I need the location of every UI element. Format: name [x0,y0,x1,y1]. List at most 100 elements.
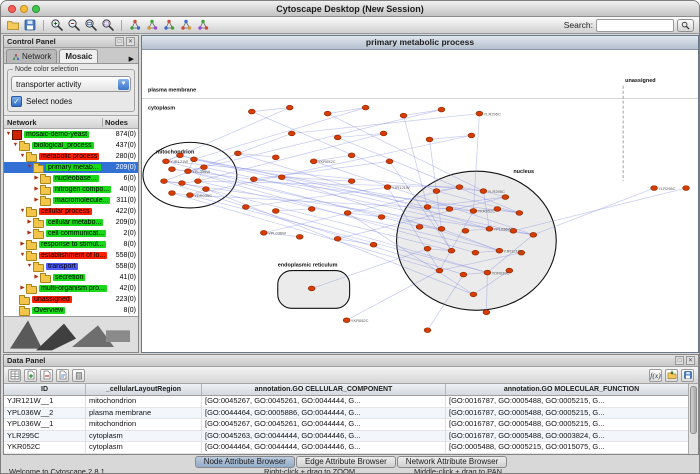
graph-node[interactable] [472,250,479,255]
function-builder-icon[interactable]: f(x) [649,369,662,382]
expand-icon[interactable]: ▶ [26,231,33,237]
table-cell[interactable]: YPL036W__2 [4,408,86,419]
graph-node[interactable] [456,185,463,190]
table-cell[interactable]: YKR052C [4,442,86,453]
expand-icon[interactable]: ▶ [26,220,33,226]
graph-node[interactable] [296,234,303,239]
graph-node[interactable] [378,215,385,220]
search-go-button[interactable] [677,19,694,32]
graph-node[interactable] [344,211,351,216]
graph-node[interactable] [242,205,249,210]
graph-node[interactable] [424,205,431,210]
expand-icon[interactable]: ▶ [33,275,40,281]
graph-node[interactable] [483,310,490,315]
collapse-icon[interactable]: ▼ [26,264,33,270]
graph-edge[interactable] [166,108,290,162]
graph-node[interactable] [426,137,433,142]
create-attribute-icon[interactable] [24,369,37,382]
tree-row-cellular-process[interactable]: ▼cellular process422(0) [4,206,138,217]
network-action-icon-2[interactable] [145,18,159,32]
table-cell[interactable]: plasma membrane [86,408,202,419]
graph-node[interactable] [250,177,257,182]
search-input[interactable] [596,19,674,32]
table-cell[interactable]: YDR039C__1 [4,454,86,455]
graph-node[interactable] [424,328,431,333]
table-cell[interactable]: YPL036W__1 [4,419,86,430]
graph-node[interactable] [288,131,295,136]
attribute-table-header[interactable]: ID_cellularLayoutRegionannotation.GO CEL… [4,384,698,396]
tree-row-cellular-metabo[interactable]: ▶cellular metabo...209(0) [4,217,138,228]
graph-node[interactable] [202,187,209,192]
graph-node[interactable] [161,179,168,184]
graph-node[interactable] [651,186,658,191]
graph-node[interactable] [470,292,477,297]
graph-edge[interactable] [328,108,366,114]
table-cell[interactable]: [GO:0016787, GO:0005488, GO:0005215, G..… [446,419,698,430]
graph-node[interactable] [460,272,467,277]
graph-edge[interactable] [404,110,442,116]
graph-node[interactable] [436,268,443,273]
graph-edge[interactable] [533,188,654,235]
graph-node[interactable] [502,195,509,200]
table-cell[interactable]: YLR295C [4,431,86,442]
graph-node[interactable] [334,236,341,241]
close-panel-icon[interactable]: ✕ [686,356,695,365]
network-action-icon-5[interactable] [196,18,210,32]
table-row[interactable]: YKR052Ccytoplasm[GO:0044464, GO:0044444,… [4,442,698,454]
graph-node[interactable] [476,111,483,116]
graph-node[interactable] [310,159,317,164]
expand-icon[interactable]: ▶ [33,198,40,204]
import-attributes-icon[interactable] [665,369,678,382]
graph-node[interactable] [169,191,176,196]
graph-edge[interactable] [252,108,290,112]
table-cell[interactable]: [GO:0016787, GO:0005488, GO:0003824, G..… [446,431,698,442]
tree-row-overview[interactable]: Overview8(0) [4,305,138,316]
zoom-out-icon[interactable] [67,18,81,32]
panel-expand-arrow-icon[interactable]: ▶ [127,55,136,63]
collapse-icon[interactable]: ▼ [19,253,26,259]
table-row[interactable]: YDR039C__1mitochondrion[GO:0044464, GO:0… [4,454,698,455]
collapse-icon[interactable]: ▼ [5,132,12,138]
close-window-button[interactable] [8,5,16,13]
tab-network[interactable]: Network [6,49,57,63]
tree-row-secretion[interactable]: ▶secretion41(0) [4,272,138,283]
zoom-in-icon[interactable] [50,18,64,32]
graph-node[interactable] [516,211,523,216]
graph-node[interactable] [191,157,198,162]
graph-node[interactable] [234,151,241,156]
graph-node[interactable] [384,185,391,190]
collapse-icon[interactable]: ▼ [12,143,19,149]
graph-node[interactable] [308,286,315,291]
graph-node[interactable] [416,224,423,229]
delete-row-icon[interactable] [72,369,85,382]
table-cell[interactable]: cytoplasm [86,442,202,453]
graph-node[interactable] [480,189,487,194]
graph-node[interactable] [248,109,255,114]
graph-node[interactable] [446,207,453,212]
tree-row-metabolic-process[interactable]: ▼metabolic process280(0) [4,151,138,162]
graph-node[interactable] [380,131,387,136]
table-cell[interactable]: [GO:0045263, GO:0044444, GO:0044446, G..… [202,431,446,442]
table-cell[interactable]: [GO:0044464, GO:0044444, GO:0044446, G..… [202,454,446,455]
table-scrollbar[interactable] [688,384,698,454]
graph-node[interactable] [272,155,279,160]
column-header-cellularlayoutregion[interactable]: _cellularLayoutRegion [86,384,202,395]
tree-row-primary-metab[interactable]: ▼primary metab...209(0) [4,162,138,173]
table-row[interactable]: YPL036W__1mitochondrion[GO:0045267, GO:0… [4,419,698,431]
select-nodes-checkbox[interactable]: ✓ Select nodes [11,96,131,107]
graph-node[interactable] [334,135,341,140]
tree-col-network[interactable]: Network [4,118,102,127]
graph-node[interactable] [484,270,491,275]
tree-col-nodes[interactable]: Nodes [102,118,138,127]
graph-node[interactable] [187,193,194,198]
table-cell[interactable]: [GO:0045267, GO:0045261, GO:0044444, G..… [202,419,446,430]
graph-edge[interactable] [292,114,480,134]
graph-node[interactable] [348,153,355,158]
tree-row-multi-organism-pro[interactable]: ▶multi-organism pro...42(0) [4,283,138,294]
export-attributes-icon[interactable] [681,369,694,382]
column-header-annotation-go-molecular-function[interactable]: annotation.GO MOLECULAR_FUNCTION [446,384,698,395]
graph-node[interactable] [179,181,186,186]
expand-icon[interactable]: ▶ [33,187,40,193]
graph-node[interactable] [286,105,293,110]
tree-row-nitrogen-compo[interactable]: ▶nitrogen compo...40(0) [4,184,138,195]
